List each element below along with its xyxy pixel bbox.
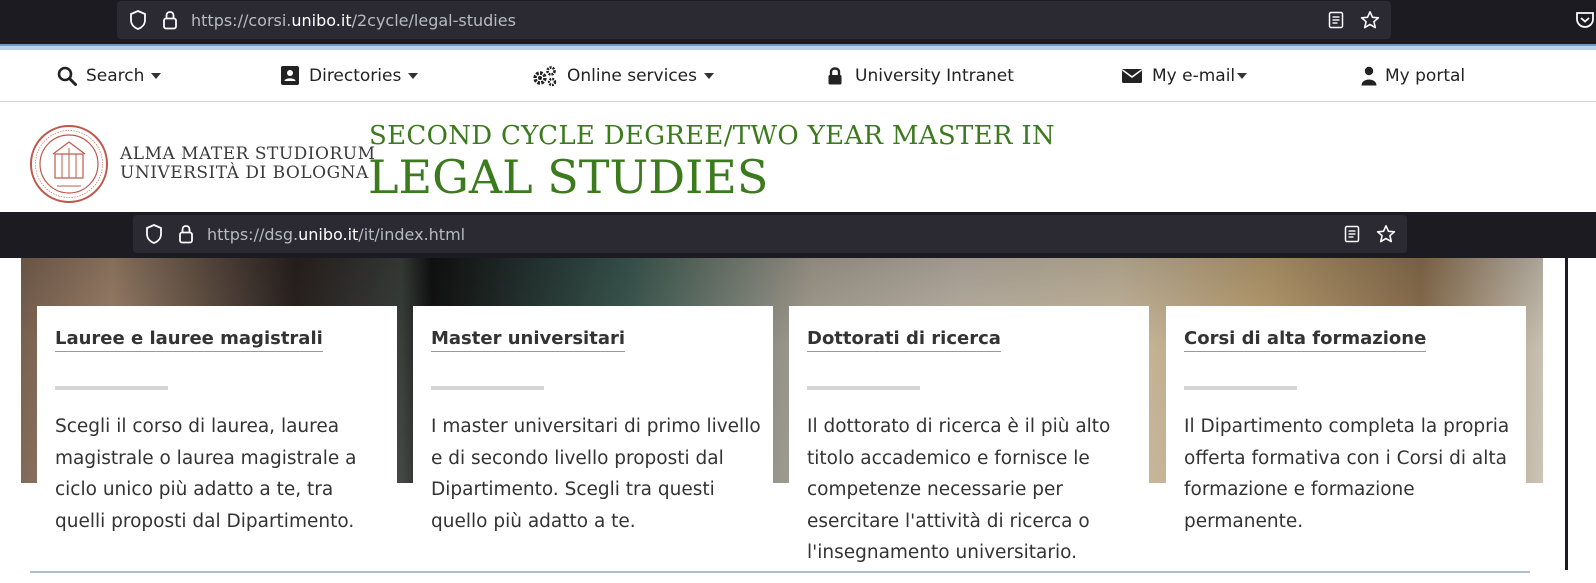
card-description: I master universitari di primo livello e… [431,416,761,532]
university-seal-logo[interactable] [29,124,109,209]
card-description: Scegli il corso di laurea, laurea magist… [55,416,357,532]
card-lauree: Lauree e lauree magistrali Scegli il cor… [37,306,397,576]
university-nav: Search Directories Online services Unive… [0,50,1596,102]
reader-view-icon[interactable] [1323,7,1349,33]
reader-view-icon[interactable] [1339,221,1365,247]
shield-icon[interactable] [125,7,151,33]
lock-icon [828,66,842,84]
card-divider [807,386,920,390]
site-header: ALMA MATER STUDIORUM UNIVERSITÀ DI BOLOG… [0,102,1596,212]
bookmark-star-icon[interactable] [1357,7,1383,33]
pocket-icon[interactable] [1575,11,1595,34]
nav-email-label: My e-mail [1152,65,1236,86]
nav-search[interactable]: Search [57,50,162,101]
envelope-icon [1122,68,1142,83]
nav-intranet-label: University Intranet [855,65,1014,86]
card-divider [431,386,544,390]
wordmark-line1: ALMA MATER STUDIORUM [120,144,376,164]
nav-directories[interactable]: Directories [280,50,419,101]
nav-portal-label: My portal [1385,65,1466,86]
card-title-link[interactable]: Corsi di alta formazione [1184,328,1427,352]
nav-online-services-label: Online services [567,65,697,86]
card-dottorati: Dottorati di ricerca Il dottorato di ric… [789,306,1149,576]
card-divider [55,386,168,390]
nav-email[interactable]: My e-mail [1121,50,1248,101]
chevron-down-icon [1237,72,1248,79]
card-divider [1184,386,1297,390]
university-wordmark[interactable]: ALMA MATER STUDIORUM UNIVERSITÀ DI BOLOG… [120,145,376,183]
degree-type: SECOND CYCLE DEGREE/TWO YEAR MASTER IN [369,121,1055,151]
lock-icon[interactable] [173,221,199,247]
shield-icon[interactable] [141,221,167,247]
window-edge [1565,258,1568,578]
user-icon [1361,66,1377,85]
cogs-icon [533,65,557,86]
nav-portal[interactable]: My portal [1361,50,1465,101]
address-bar[interactable]: https://corsi.unibo.it/2cycle/legal-stud… [117,1,1391,39]
chevron-down-icon [704,72,714,79]
nav-search-label: Search [86,65,145,86]
browser-toolbar-2: https://dsg.unibo.it/it/index.html [0,212,1596,258]
browser-toolbar: https://corsi.unibo.it/2cycle/legal-stud… [0,0,1596,44]
lock-icon[interactable] [157,7,183,33]
course-title[interactable]: LEGAL STUDIES [368,150,768,204]
chevron-down-icon [408,72,419,79]
wordmark-line2: UNIVERSITÀ DI BOLOGNA [120,163,369,183]
card-description: Il dottorato di ricerca è il più alto ti… [807,416,1111,563]
search-icon [57,66,77,86]
nav-intranet[interactable]: University Intranet [827,50,1014,101]
card-title-link[interactable]: Master universitari [431,328,626,352]
nav-online-services[interactable]: Online services [532,50,714,101]
card-title-link[interactable]: Lauree e lauree magistrali [55,328,323,352]
url-text-2[interactable]: https://dsg.unibo.it/it/index.html [207,225,465,244]
page-bottom-edge [0,570,1596,583]
chevron-down-icon [151,72,162,79]
url-text[interactable]: https://corsi.unibo.it/2cycle/legal-stud… [191,11,516,30]
card-description: Il Dipartimento completa la propria offe… [1184,416,1510,532]
nav-directories-label: Directories [309,65,402,86]
address-bar-2[interactable]: https://dsg.unibo.it/it/index.html [133,215,1407,253]
card-title-link[interactable]: Dottorati di ricerca [807,328,1001,352]
address-book-icon [281,66,299,85]
card-master: Master universitari I master universitar… [413,306,773,576]
bookmark-star-icon[interactable] [1373,221,1399,247]
card-alta-formazione: Corsi di alta formazione Il Dipartimento… [1166,306,1526,576]
